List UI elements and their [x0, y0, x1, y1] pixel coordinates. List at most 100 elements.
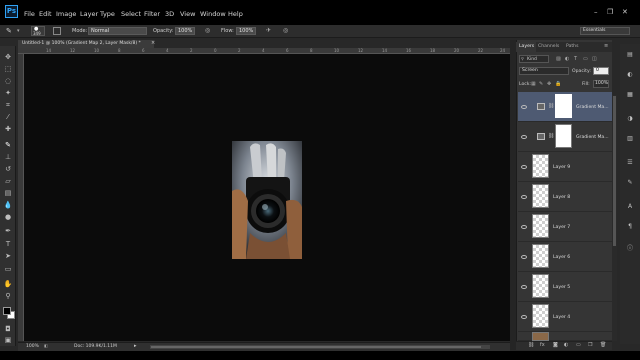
layer-name[interactable]: Layer 5: [553, 285, 570, 290]
brush-tool-icon-active[interactable]: ✎: [3, 141, 13, 149]
menu-layer[interactable]: Layer: [80, 10, 98, 18]
layer-name[interactable]: Layer 6: [553, 255, 570, 260]
visibility-eye-icon[interactable]: [521, 255, 527, 259]
adjustments-panel-icon[interactable]: ◑: [626, 116, 634, 122]
menu-edit[interactable]: Edit: [39, 10, 52, 18]
shape-tool-icon[interactable]: ▭: [3, 265, 13, 273]
layer-name[interactable]: Gradient Ma...: [576, 135, 609, 140]
visibility-eye-icon[interactable]: [521, 135, 527, 139]
layer-mask-thumbnail[interactable]: [555, 124, 572, 148]
status-menu-arrow-icon[interactable]: ▸: [134, 343, 137, 349]
menu-view[interactable]: View: [180, 10, 195, 18]
link-layers-icon[interactable]: ⛓: [528, 342, 534, 348]
quick-mask-icon[interactable]: ◘: [3, 325, 13, 333]
mask-link-icon[interactable]: ⛓: [548, 103, 554, 109]
layers-scroll-thumb[interactable]: [613, 96, 616, 246]
layer-opacity-input[interactable]: 0: [593, 67, 609, 75]
dodge-tool-icon[interactable]: ●: [3, 213, 13, 221]
visibility-eye-icon[interactable]: [521, 105, 527, 109]
hand-tool-icon[interactable]: ✋: [3, 280, 13, 288]
crop-tool-icon[interactable]: ⌗: [3, 101, 13, 109]
info-panel-icon[interactable]: ⓘ: [626, 246, 634, 252]
fill-input[interactable]: 100%: [593, 80, 609, 88]
airbrush-icon[interactable]: ✈: [266, 27, 271, 34]
move-tool-icon[interactable]: ✥: [3, 53, 13, 61]
zoom-tool-icon[interactable]: ⚲: [3, 292, 13, 300]
type-tool-icon[interactable]: T: [3, 240, 13, 248]
mask-link-icon[interactable]: ⛓: [548, 133, 554, 139]
filter-shape-icon[interactable]: ▭: [583, 56, 588, 62]
delete-layer-icon[interactable]: 🗑: [600, 342, 606, 348]
properties-panel-icon[interactable]: ☰: [626, 160, 634, 166]
new-layer-icon[interactable]: ❐: [588, 342, 592, 348]
close-document-icon[interactable]: ×: [151, 40, 155, 46]
path-select-tool-icon[interactable]: ➤: [3, 252, 13, 260]
character-panel-icon[interactable]: A: [626, 204, 634, 210]
opacity-input[interactable]: 100%: [175, 27, 195, 35]
tab-layers[interactable]: Layers: [519, 44, 534, 49]
new-adjustment-icon[interactable]: ◐: [564, 342, 568, 348]
filter-adjustment-icon[interactable]: ◐: [565, 56, 569, 62]
layer-name[interactable]: Layer 8: [553, 195, 570, 200]
brush-tool-icon[interactable]: ✎: [6, 27, 12, 35]
brush-panel-icon[interactable]: [53, 27, 61, 35]
workspace-select[interactable]: Essentials: [580, 27, 630, 35]
minimize-icon[interactable]: –: [594, 8, 598, 16]
add-mask-icon[interactable]: ◙: [553, 342, 558, 348]
zoom-level[interactable]: 100%: [26, 344, 39, 349]
lasso-tool-icon[interactable]: ◌: [3, 77, 13, 85]
pressure-size-icon[interactable]: ◎: [283, 27, 288, 34]
tab-paths[interactable]: Paths: [566, 44, 579, 49]
menu-filter[interactable]: Filter: [144, 10, 160, 18]
new-group-icon[interactable]: ▭: [576, 342, 581, 348]
document-tab[interactable]: Untitled-1 @ 100% (Gradient Map 2, Layer…: [18, 40, 154, 48]
lock-position-icon[interactable]: ✥: [547, 81, 551, 87]
color-panel-icon[interactable]: ◐: [626, 72, 634, 78]
gradient-tool-icon[interactable]: ▤: [3, 189, 13, 197]
history-panel-icon[interactable]: ▤: [626, 52, 634, 58]
layer-name[interactable]: Layer 7: [553, 225, 570, 230]
blur-tool-icon[interactable]: 💧: [3, 201, 13, 209]
screen-mode-icon[interactable]: ▣: [3, 336, 13, 344]
lock-transparency-icon[interactable]: ▦: [531, 81, 536, 87]
eyedropper-tool-icon[interactable]: ⁄: [3, 113, 13, 121]
restore-icon[interactable]: ❐: [607, 8, 613, 16]
pressure-opacity-icon[interactable]: ◎: [205, 27, 210, 34]
filter-pixel-icon[interactable]: ▨: [556, 56, 561, 62]
menu-select[interactable]: Select: [121, 10, 141, 18]
brush-panel-icon[interactable]: ✎: [626, 180, 634, 186]
layer-name[interactable]: Layer 9: [553, 165, 570, 170]
horizontal-scroll-thumb[interactable]: [151, 346, 481, 348]
quick-select-tool-icon[interactable]: ✦: [3, 89, 13, 97]
flow-input[interactable]: 100%: [236, 27, 256, 35]
pen-tool-icon[interactable]: ✒: [3, 227, 13, 235]
tool-preset-arrow-icon[interactable]: ▾: [17, 28, 20, 34]
filter-type-icon[interactable]: T: [574, 56, 577, 62]
healing-tool-icon[interactable]: ✚: [3, 125, 13, 133]
layer-name[interactable]: Gradient Ma...: [576, 105, 609, 110]
layer-mask-thumbnail[interactable]: [555, 94, 572, 118]
foreground-color-overlay[interactable]: [3, 307, 11, 315]
mode-select[interactable]: Normal: [88, 27, 147, 35]
swatches-panel-icon[interactable]: ▦: [626, 92, 634, 98]
visibility-eye-icon[interactable]: [521, 315, 527, 319]
eraser-tool-icon[interactable]: ▱: [3, 177, 13, 185]
layer-name[interactable]: Layer 4: [553, 315, 570, 320]
menu-help[interactable]: Help: [228, 10, 243, 18]
visibility-eye-icon[interactable]: [521, 195, 527, 199]
menu-file[interactable]: File: [24, 10, 35, 18]
blend-mode-select[interactable]: Screen: [519, 67, 569, 75]
menu-image[interactable]: Image: [56, 10, 76, 18]
tab-channels[interactable]: Channels: [538, 44, 559, 49]
visibility-eye-icon[interactable]: [521, 285, 527, 289]
visibility-eye-icon[interactable]: [521, 165, 527, 169]
menu-type[interactable]: Type: [100, 10, 115, 18]
marquee-tool-icon[interactable]: ⬚: [3, 65, 13, 73]
lock-pixels-icon[interactable]: ✎: [539, 81, 543, 87]
styles-panel-icon[interactable]: ▥: [626, 136, 634, 142]
close-icon[interactable]: ✕: [622, 8, 628, 16]
layer-style-icon[interactable]: fx: [540, 342, 545, 348]
visibility-eye-icon[interactable]: [521, 225, 527, 229]
history-brush-tool-icon[interactable]: ↺: [3, 165, 13, 173]
menu-window[interactable]: Window: [200, 10, 226, 18]
